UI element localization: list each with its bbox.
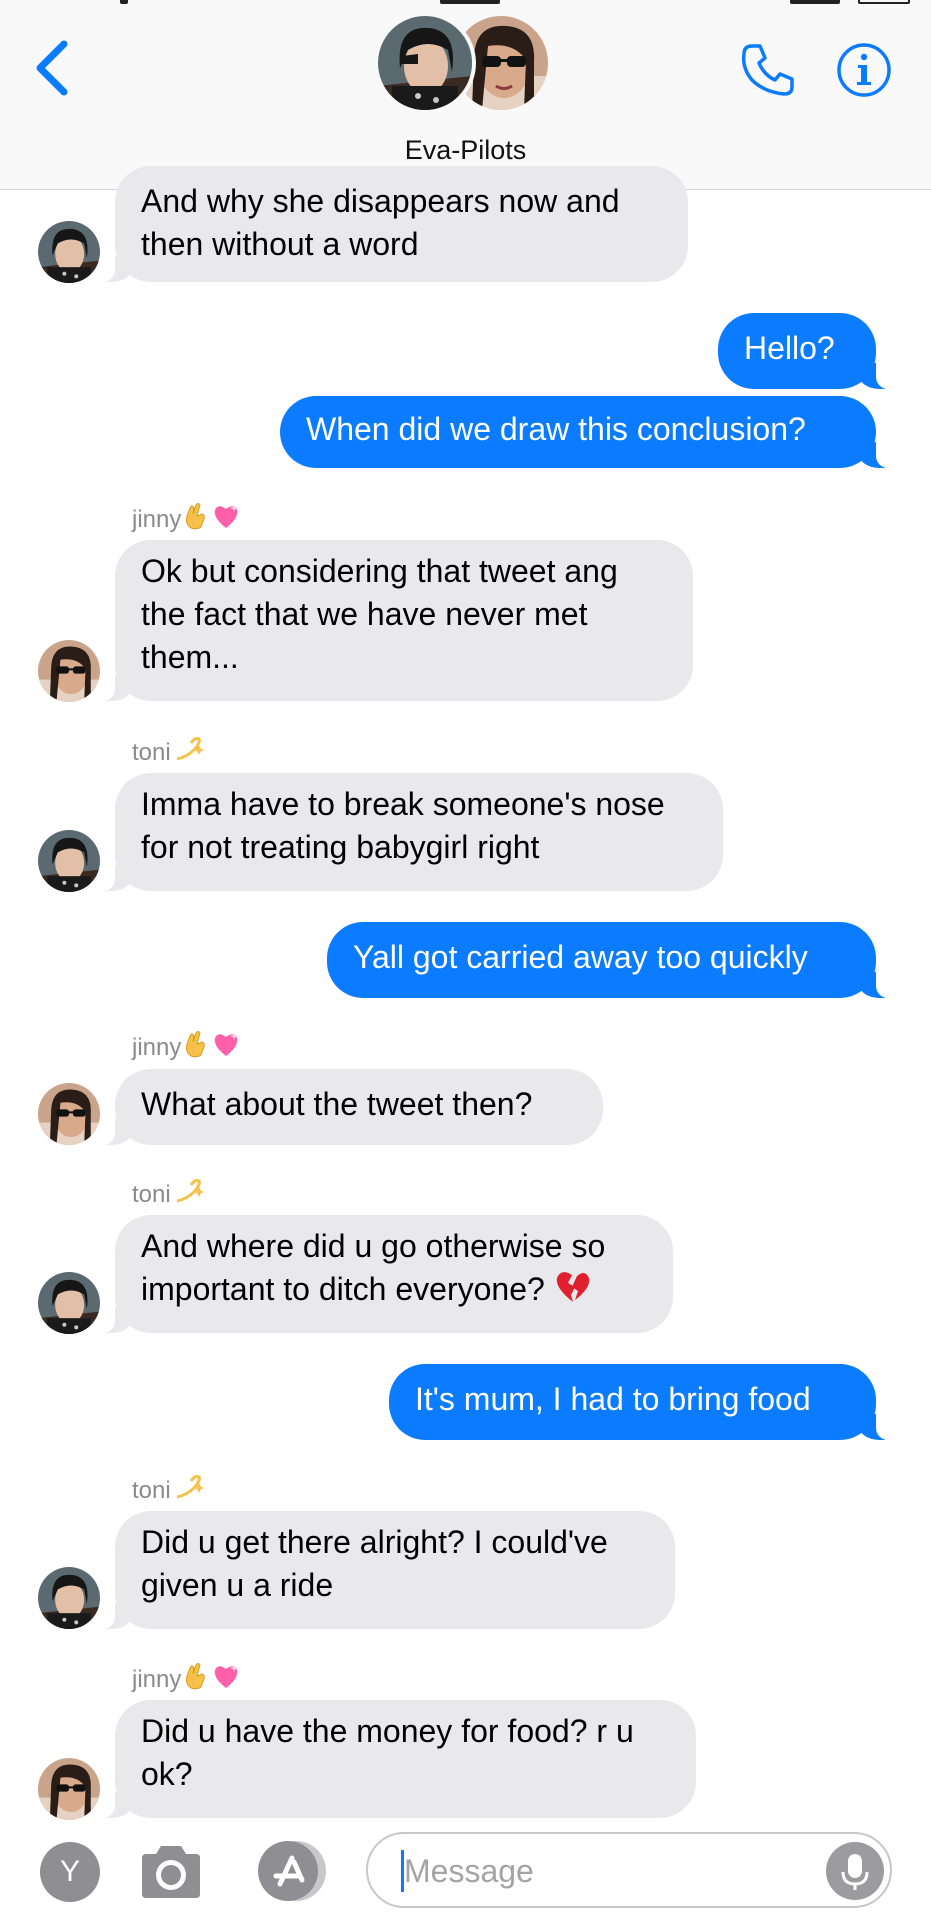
sender-name: jinny	[132, 1030, 241, 1062]
sender-name-text: jinny	[132, 1033, 182, 1061]
microphone-icon[interactable]	[826, 1842, 884, 1900]
sender-name: jinny	[132, 1662, 241, 1694]
dizzy-icon	[173, 1177, 209, 1214]
chevron-left-icon[interactable]	[30, 38, 74, 98]
status-bar-fragment	[440, 0, 500, 4]
phone-icon[interactable]	[738, 40, 798, 100]
message-text: And where did u go otherwise so importan…	[141, 1225, 647, 1315]
message-bubble-incoming[interactable]: What about the tweet then?	[95, 1069, 603, 1145]
camera-icon[interactable]	[136, 1842, 206, 1902]
message-text: Did u get there alright? I could've give…	[141, 1524, 608, 1603]
sparkling-heart-icon	[211, 1030, 241, 1067]
dizzy-icon	[173, 735, 209, 772]
message-bubble-incoming[interactable]: And where did u go otherwise so importan…	[95, 1215, 673, 1333]
app-store-icon[interactable]	[250, 1836, 334, 1906]
sparkling-heart-icon	[211, 1662, 241, 1699]
message-bubble-outgoing[interactable]: When did we draw this conclusion?	[280, 396, 896, 468]
sender-name: toni	[132, 735, 209, 767]
broken-heart-icon	[553, 1268, 593, 1315]
message-text: What about the tweet then?	[141, 1086, 533, 1122]
avatar-jinny[interactable]	[38, 1083, 100, 1145]
dizzy-icon	[173, 1473, 209, 1510]
status-bar-fragment	[120, 0, 128, 4]
message-text: Did u have the money for food? r u ok?	[141, 1713, 634, 1792]
y-app-label: Y	[59, 1855, 80, 1888]
message-text: Ok but considering that tweet ang the fa…	[141, 553, 618, 675]
crossed-fingers-icon	[183, 502, 209, 539]
y-app-icon[interactable]: Y	[40, 1842, 100, 1902]
message-text: And why she disappears now and then with…	[141, 183, 620, 262]
status-bar-fragment	[790, 0, 840, 4]
avatar-toni[interactable]	[38, 1272, 100, 1334]
message-text: Yall got carried away too quickly	[353, 939, 808, 975]
message-bubble-incoming[interactable]: Did u get there alright? I could've give…	[95, 1511, 675, 1629]
sender-name: toni	[132, 1177, 209, 1209]
sender-name-text: jinny	[132, 1665, 182, 1693]
avatar-toni[interactable]	[38, 1567, 100, 1629]
avatar-toni[interactable]	[38, 830, 100, 892]
message-bubble-incoming[interactable]: And why she disappears now and then with…	[95, 166, 688, 282]
message-text: It's mum, I had to bring food	[415, 1381, 811, 1417]
message-input[interactable]	[404, 1846, 824, 1896]
sender-name-text: jinny	[132, 505, 182, 533]
message-bubble-incoming[interactable]: Ok but considering that tweet ang the fa…	[95, 540, 693, 701]
avatar-toni[interactable]	[38, 221, 100, 283]
crossed-fingers-icon	[183, 1662, 209, 1699]
info-icon[interactable]	[836, 42, 892, 98]
battery-icon	[858, 0, 910, 4]
conversation-title[interactable]: Eva-Pilots	[0, 135, 931, 166]
message-text: When did we draw this conclusion?	[306, 411, 806, 447]
avatar-toni	[374, 12, 476, 114]
sender-name-text: toni	[132, 738, 171, 766]
avatar-jinny[interactable]	[38, 640, 100, 702]
avatar-jinny[interactable]	[38, 1758, 100, 1820]
message-composer[interactable]	[366, 1832, 892, 1908]
message-bubble-incoming[interactable]: Imma have to break someone's nose for no…	[95, 773, 723, 891]
sparkling-heart-icon	[211, 502, 241, 539]
message-bubble-outgoing[interactable]: Yall got carried away too quickly	[327, 922, 896, 998]
message-text: Hello?	[744, 330, 835, 366]
message-text: Imma have to break someone's nose for no…	[141, 786, 665, 865]
sender-name-text: toni	[132, 1180, 171, 1208]
message-bubble-outgoing[interactable]: It's mum, I had to bring food	[389, 1364, 896, 1440]
message-bubble-outgoing[interactable]: Hello?	[718, 313, 896, 389]
crossed-fingers-icon	[183, 1030, 209, 1067]
sender-name: toni	[132, 1473, 209, 1505]
sender-name-text: toni	[132, 1476, 171, 1504]
group-avatar[interactable]	[374, 10, 554, 120]
message-bubble-incoming[interactable]: Did u have the money for food? r u ok?	[95, 1700, 696, 1818]
conversation-header: Eva-Pilots	[0, 0, 931, 190]
sender-name: jinny	[132, 502, 241, 534]
